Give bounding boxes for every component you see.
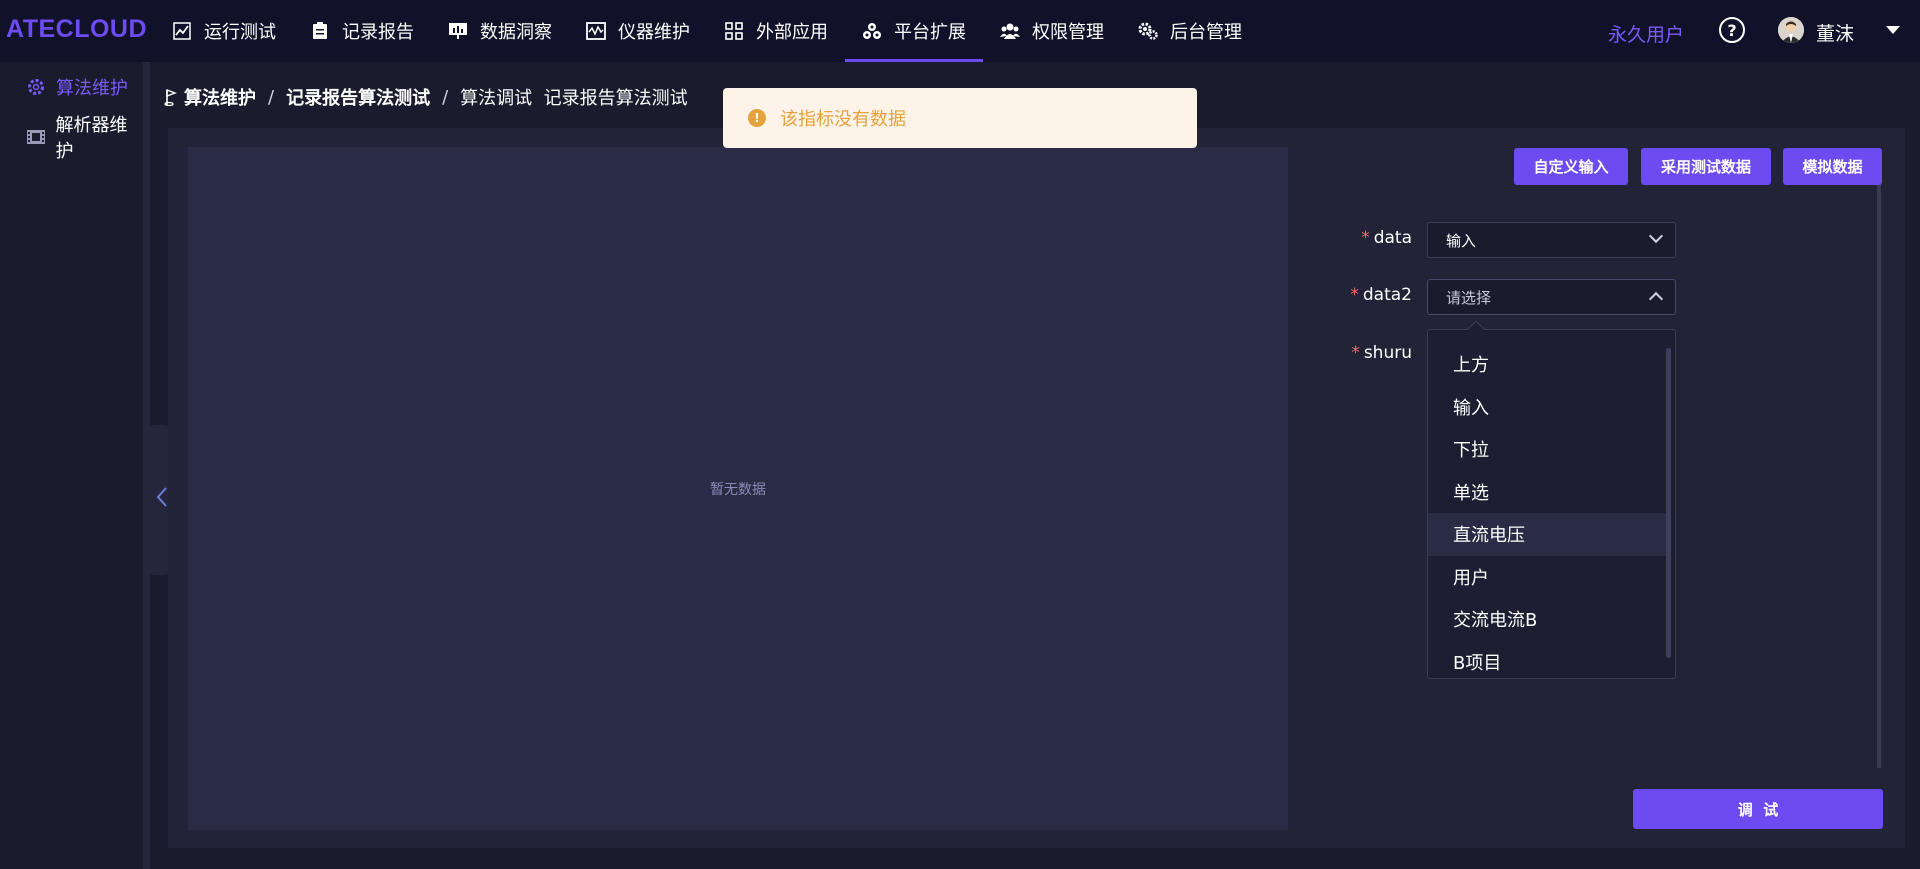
oscilloscope-icon — [586, 21, 606, 41]
sidebar: 算法维护 解析器维护 — [0, 62, 150, 869]
data2-select[interactable]: 请选择 — [1427, 279, 1676, 315]
nav-item-label: 外部应用 — [756, 22, 828, 43]
gear-icon — [26, 77, 46, 97]
data2-select-placeholder: 请选择 — [1446, 288, 1492, 307]
dropdown-option[interactable]: 直流电压 — [1428, 513, 1666, 556]
nav-item-backend[interactable]: 后台管理 — [1121, 0, 1259, 62]
dropdown-scrollbar[interactable] — [1666, 348, 1671, 658]
data2-dropdown: 上方 输入 下拉 单选 直流电压 用户 交流电流B B项目 — [1427, 329, 1676, 679]
nav-item-label: 权限管理 — [1032, 22, 1104, 43]
nav-item-label: 记录报告 — [342, 22, 414, 43]
shuru-field-label: * shuru — [1351, 343, 1412, 363]
clipboard-icon — [310, 21, 330, 41]
help-icon[interactable]: ? — [1719, 17, 1745, 43]
dropdown-option[interactable]: 用户 — [1428, 556, 1666, 599]
sidebar-item-label: 算法维护 — [56, 78, 128, 99]
nav-item-run-test[interactable]: 运行测试 — [155, 0, 293, 62]
film-icon — [26, 127, 45, 147]
nav-item-label: 运行测试 — [204, 22, 276, 43]
mock-data-button[interactable]: 模拟数据 — [1783, 148, 1882, 185]
nav-item-instrument[interactable]: 仪器维护 — [569, 0, 707, 62]
user-name[interactable]: 董沫 — [1816, 19, 1854, 46]
data-select[interactable]: 输入 — [1427, 222, 1676, 258]
top-navbar: ATECLOUD 运行测试 记录报告 数据洞察 仪器维护 外部应用 平台扩展 权… — [0, 0, 1920, 62]
debug-button[interactable]: 调 试 — [1633, 789, 1883, 829]
panel-scrollbar[interactable] — [1877, 183, 1881, 768]
extension-cluster-icon — [862, 21, 882, 41]
chevron-left-icon — [156, 486, 168, 514]
chevron-down-icon — [1648, 228, 1664, 244]
sidebar-item-label: 解析器维护 — [55, 115, 128, 162]
dropdown-option[interactable]: B项目 — [1428, 641, 1666, 679]
use-test-data-button[interactable]: 采用测试数据 — [1641, 148, 1771, 185]
required-mark: * — [1350, 285, 1359, 305]
data-select-value: 输入 — [1446, 231, 1477, 250]
dropdown-option[interactable]: 交流电流B — [1428, 598, 1666, 641]
breadcrumb-item-report-algo[interactable]: 记录报告算法测试 — [286, 84, 430, 110]
chart-area: 暂无数据 — [188, 147, 1288, 830]
data-field-label: * data — [1361, 228, 1412, 248]
avatar[interactable] — [1778, 17, 1804, 43]
app-logo[interactable]: ATECLOUD — [6, 15, 147, 44]
dropdown-option[interactable]: 上方 — [1428, 343, 1666, 386]
users-group-icon — [1000, 21, 1020, 41]
user-type-label: 永久用户 — [1608, 24, 1685, 46]
empty-state-text: 暂无数据 — [710, 481, 766, 498]
toast-message: 该指标没有数据 — [780, 109, 906, 130]
dropdown-list: 上方 输入 下拉 单选 直流电压 用户 交流电流B B项目 — [1428, 343, 1666, 679]
chevron-up-icon — [1648, 291, 1664, 307]
breadcrumb-item-current: 算法调试 记录报告算法测试 — [460, 88, 688, 109]
custom-input-button[interactable]: 自定义输入 — [1514, 148, 1628, 185]
required-mark: * — [1351, 343, 1360, 363]
chevron-down-icon[interactable] — [1886, 26, 1900, 34]
presentation-chart-icon — [448, 21, 468, 41]
flag-icon — [164, 88, 178, 106]
nav-item-external-apps[interactable]: 外部应用 — [707, 0, 845, 62]
trend-chart-icon — [172, 21, 192, 41]
warning-icon: ! — [748, 109, 766, 127]
nav-item-label: 后台管理 — [1170, 22, 1242, 43]
nav-item-platform-extension[interactable]: 平台扩展 — [845, 0, 983, 62]
nav-item-label: 数据洞察 — [480, 22, 552, 43]
breadcrumb-separator: / — [268, 86, 275, 108]
gears-icon — [1138, 21, 1158, 41]
data2-field-label: * data2 — [1350, 285, 1412, 305]
dropdown-option[interactable]: 单选 — [1428, 471, 1666, 514]
breadcrumb-item-algorithm[interactable]: 算法维护 — [184, 84, 256, 110]
dropdown-option[interactable]: 下拉 — [1428, 428, 1666, 471]
required-mark: * — [1361, 228, 1370, 248]
dropdown-option[interactable]: 输入 — [1428, 386, 1666, 429]
nav-item-record-report[interactable]: 记录报告 — [293, 0, 431, 62]
breadcrumb: 算法维护 / 记录报告算法测试 / 算法调试 记录报告算法测试 — [164, 84, 688, 110]
grid-apps-icon — [724, 21, 744, 41]
nav-item-data-insight[interactable]: 数据洞察 — [431, 0, 569, 62]
sidebar-item-parser[interactable]: 解析器维护 — [0, 112, 143, 162]
breadcrumb-separator: / — [442, 86, 449, 108]
warning-toast: ! 该指标没有数据 — [723, 88, 1197, 148]
sidebar-item-algorithm[interactable]: 算法维护 — [0, 62, 143, 112]
nav-item-permission[interactable]: 权限管理 — [983, 0, 1121, 62]
nav-item-label: 平台扩展 — [894, 22, 966, 43]
nav-item-label: 仪器维护 — [618, 22, 690, 43]
main-nav: 运行测试 记录报告 数据洞察 仪器维护 外部应用 平台扩展 权限管理 后台管理 — [155, 0, 1259, 62]
